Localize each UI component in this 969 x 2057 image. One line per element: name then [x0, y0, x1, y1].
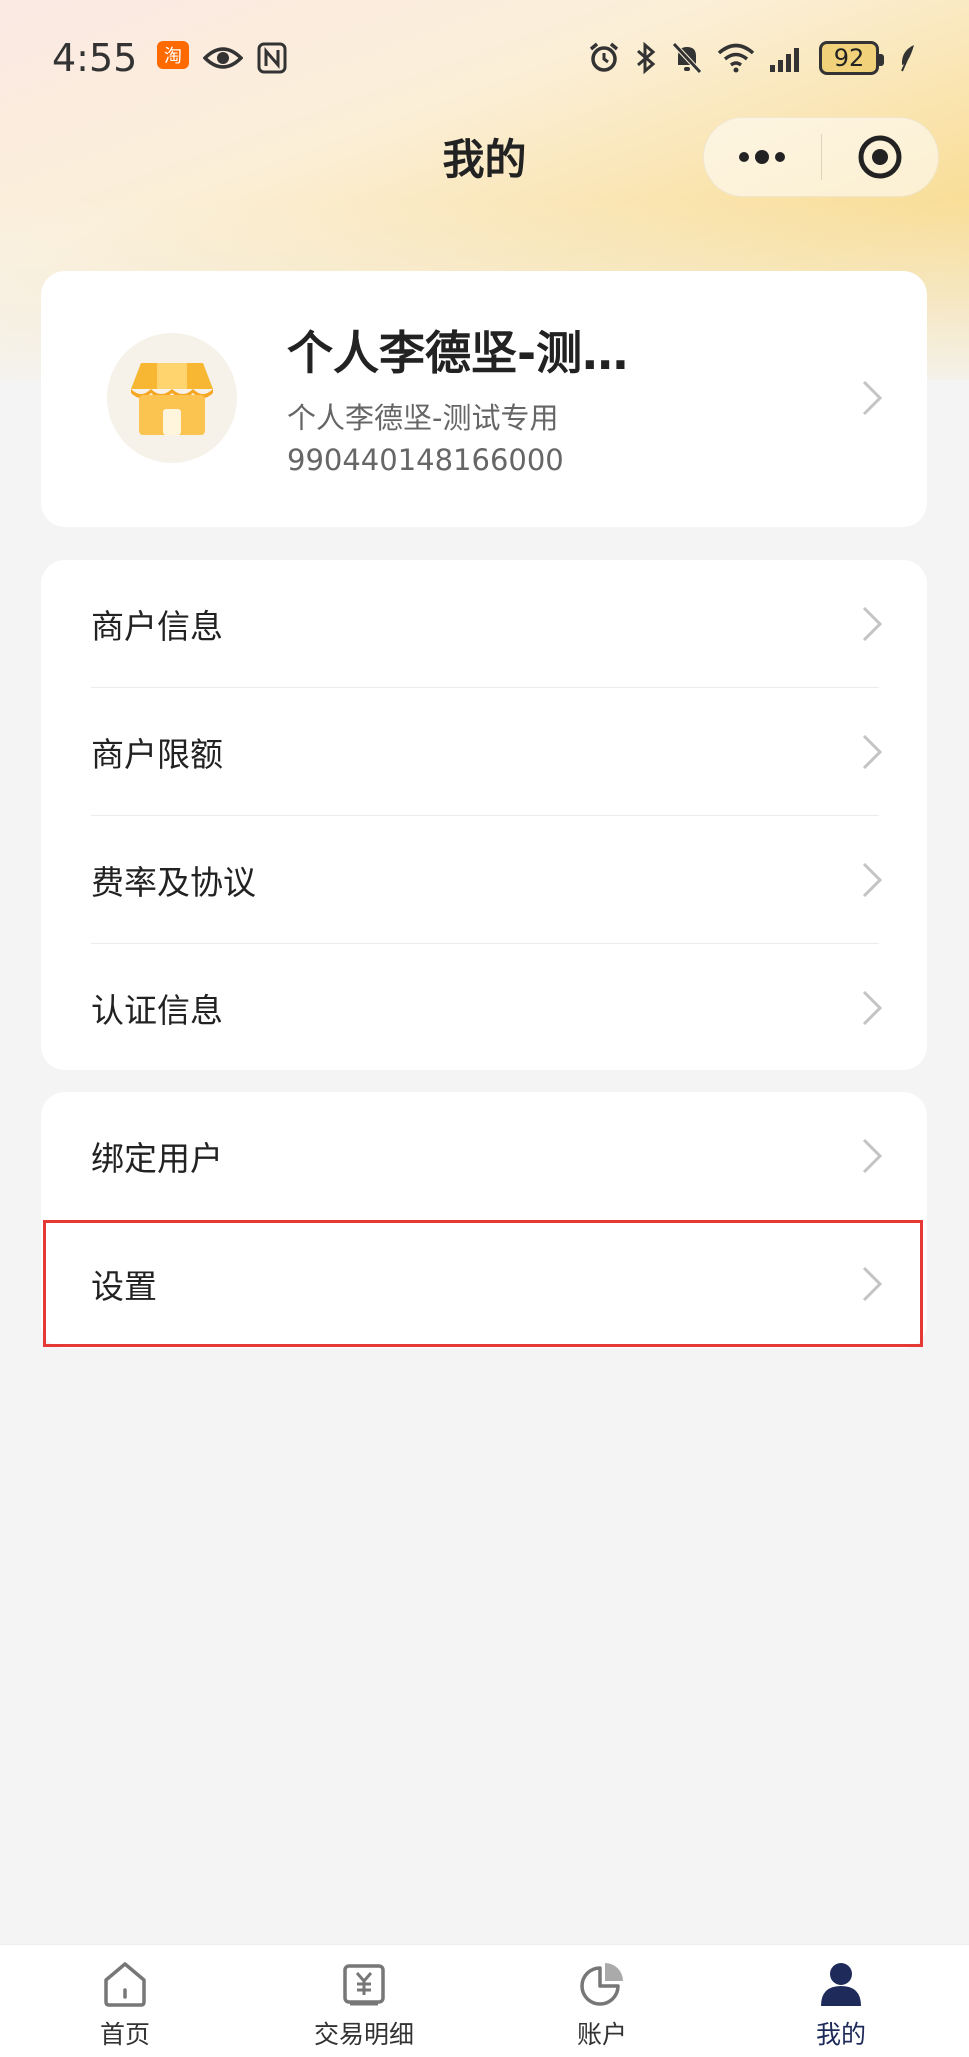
leaf-icon [899, 43, 917, 73]
status-right: 92 [587, 41, 917, 75]
menu-item-rates-agreements[interactable]: 费率及协议 [41, 816, 927, 944]
profile-card[interactable]: 个人李德坚-测… 个人李德坚-测试专用 990440148166000 [41, 271, 927, 527]
battery-icon: 92 [819, 41, 884, 75]
menu-item-bind-user[interactable]: 绑定用户 [41, 1092, 927, 1220]
merchant-name: 个人李德坚-测… [287, 326, 629, 380]
close-target-icon [858, 135, 902, 179]
more-icon [739, 150, 786, 164]
user-icon [821, 1963, 861, 2006]
menu-item-label: 商户信息 [91, 607, 223, 646]
close-button[interactable] [822, 118, 939, 196]
pie-chart-icon [580, 1963, 623, 2006]
chevron-right-icon [861, 861, 883, 899]
bluetooth-icon [635, 41, 657, 75]
menu-item-label: 认证信息 [91, 991, 223, 1030]
avatar [107, 333, 237, 463]
settings-highlight-box [43, 1220, 923, 1347]
menu-item-merchant-info[interactable]: 商户信息 [41, 560, 927, 688]
svg-text:淘: 淘 [164, 46, 182, 67]
eye-icon [203, 44, 244, 72]
menu-item-verification-info[interactable]: 认证信息 [41, 944, 927, 1072]
menu-group-merchant: 商户信息 商户限额 费率及协议 认证信息 [41, 560, 927, 1070]
tab-account[interactable]: 账户 [542, 1945, 662, 2057]
mini-program-capsule [703, 117, 939, 197]
status-bar: 4:55 淘 92 [0, 0, 969, 116]
status-time: 4:55 [52, 36, 138, 80]
yen-receipt-icon [343, 1964, 385, 2006]
merchant-subtitle: 个人李德坚-测试专用 [287, 401, 559, 435]
store-icon [131, 363, 213, 435]
tab-mine[interactable]: 我的 [781, 1945, 901, 2057]
status-left: 4:55 淘 [52, 36, 287, 80]
tab-label: 我的 [815, 2020, 866, 2049]
home-icon [104, 1962, 146, 2007]
tab-transactions[interactable]: 交易明细 [304, 1945, 424, 2057]
taobao-icon: 淘 [157, 41, 190, 75]
nfc-icon [257, 42, 287, 74]
menu-item-label: 绑定用户 [91, 1139, 223, 1178]
chevron-right-icon [861, 379, 883, 417]
mute-icon [671, 41, 703, 75]
chevron-right-icon [861, 733, 883, 771]
bottom-tab-bar: 首页 交易明细 账户 我的 [0, 1944, 969, 2057]
menu-item-label: 商户限额 [91, 735, 223, 774]
signal-icon [769, 43, 805, 73]
menu-item-merchant-limit[interactable]: 商户限额 [41, 688, 927, 816]
tab-label: 交易明细 [313, 2020, 414, 2049]
tab-label: 首页 [99, 2020, 150, 2049]
chevron-right-icon [861, 605, 883, 643]
tab-home[interactable]: 首页 [65, 1945, 185, 2057]
more-button[interactable] [704, 118, 821, 196]
alarm-icon [587, 41, 621, 75]
wifi-icon [717, 42, 755, 74]
merchant-id: 990440148166000 [287, 443, 564, 477]
menu-item-label: 费率及协议 [91, 863, 256, 902]
tab-label: 账户 [576, 2020, 627, 2049]
chevron-right-icon [861, 1137, 883, 1175]
chevron-right-icon [861, 989, 883, 1027]
